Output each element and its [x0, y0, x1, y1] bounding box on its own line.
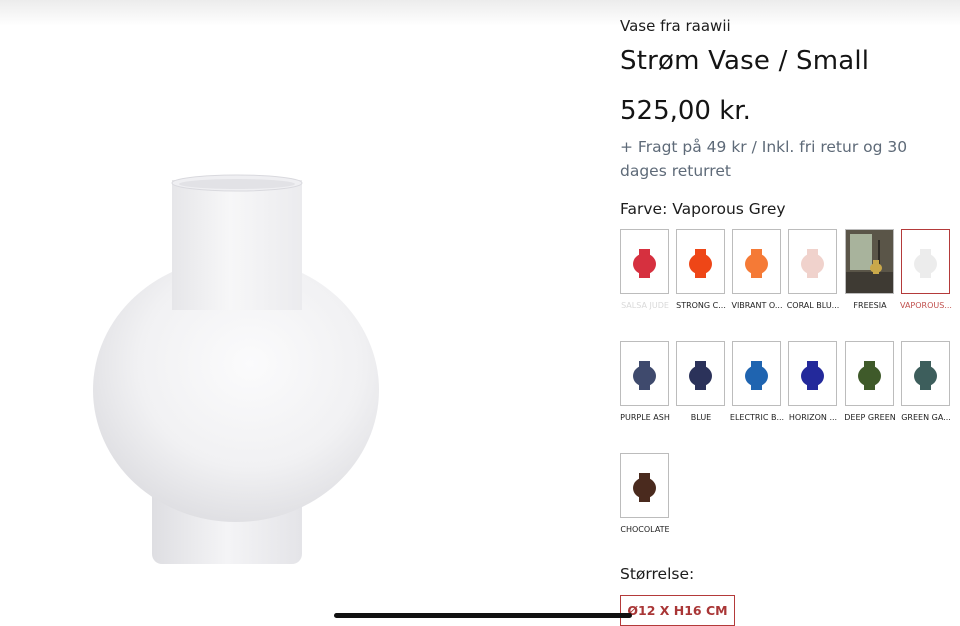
color-swatch-label: GREEN GA... [901, 413, 951, 422]
color-swatch-label: VAPOROUS... [900, 301, 952, 310]
color-swatch[interactable]: FREESIA [845, 229, 895, 310]
color-swatch-thumbnail[interactable] [901, 341, 950, 406]
product-price: 525,00 kr. [620, 96, 751, 126]
vase-thumbnail [745, 361, 768, 390]
shipping-info: + Fragt på 49 kr / Inkl. fri retur og 30… [620, 138, 908, 180]
color-swatch-thumbnail[interactable] [901, 229, 950, 294]
color-swatch[interactable]: BLUE [676, 341, 726, 422]
color-swatch-thumbnail[interactable] [620, 453, 669, 518]
vase-thumbnail [633, 249, 656, 278]
vase-thumbnail [858, 361, 881, 390]
color-swatch[interactable]: VIBRANT O... [731, 229, 783, 310]
color-swatch[interactable]: SALSA JUDE [620, 229, 670, 310]
color-swatch-thumbnail[interactable] [676, 229, 725, 294]
color-swatch-thumbnail[interactable] [620, 341, 669, 406]
vase-thumbnail [745, 249, 768, 278]
vase-thumbnail [801, 361, 824, 390]
vase-thumbnail [846, 230, 893, 293]
color-swatch[interactable]: CHOCOLATE [620, 453, 670, 534]
size-label: Størrelse: [620, 565, 695, 583]
color-swatch[interactable]: CORAL BLU... [787, 229, 839, 310]
vase-thumbnail [689, 361, 712, 390]
color-swatch-thumbnail[interactable] [788, 341, 837, 406]
color-swatch[interactable]: GREEN GA... [901, 341, 951, 422]
color-swatch[interactable]: STRONG C... [676, 229, 726, 310]
color-swatch[interactable]: HORIZON ... [788, 341, 838, 422]
color-swatch-label: CHOCOLATE [620, 525, 670, 534]
product-info-panel: Vase fra raawii Strøm Vase / Small 525,0… [620, 0, 960, 626]
color-swatch-thumbnail[interactable] [676, 341, 725, 406]
size-option-button[interactable]: Ø12 X H16 CM [620, 595, 735, 626]
color-swatch-thumbnail[interactable] [732, 229, 781, 294]
brand-label[interactable]: Vase fra raawii [620, 17, 731, 35]
product-title: Strøm Vase / Small [620, 46, 870, 76]
color-swatch-thumbnail[interactable] [788, 229, 837, 294]
vase-thumbnail [914, 249, 937, 278]
vase-thumbnail [633, 361, 656, 390]
vase-thumbnail [914, 361, 937, 390]
product-image[interactable] [60, 150, 420, 590]
color-swatch-thumbnail[interactable] [845, 341, 894, 406]
color-label: Farve: Vaporous Grey [620, 200, 786, 218]
home-indicator [334, 613, 632, 618]
vase-thumbnail [689, 249, 712, 278]
color-swatch-thumbnail[interactable] [620, 229, 669, 294]
color-swatch-thumbnail[interactable] [845, 229, 894, 294]
color-swatch[interactable]: DEEP GREEN [844, 341, 896, 422]
color-swatch[interactable]: ELECTRIC B... [730, 341, 784, 422]
color-swatch[interactable]: PURPLE ASH [620, 341, 670, 422]
vase-thumbnail [801, 249, 824, 278]
vase-thumbnail [633, 473, 656, 502]
color-swatch-thumbnail[interactable] [732, 341, 781, 406]
color-swatch[interactable]: VAPOROUS... [900, 229, 952, 310]
